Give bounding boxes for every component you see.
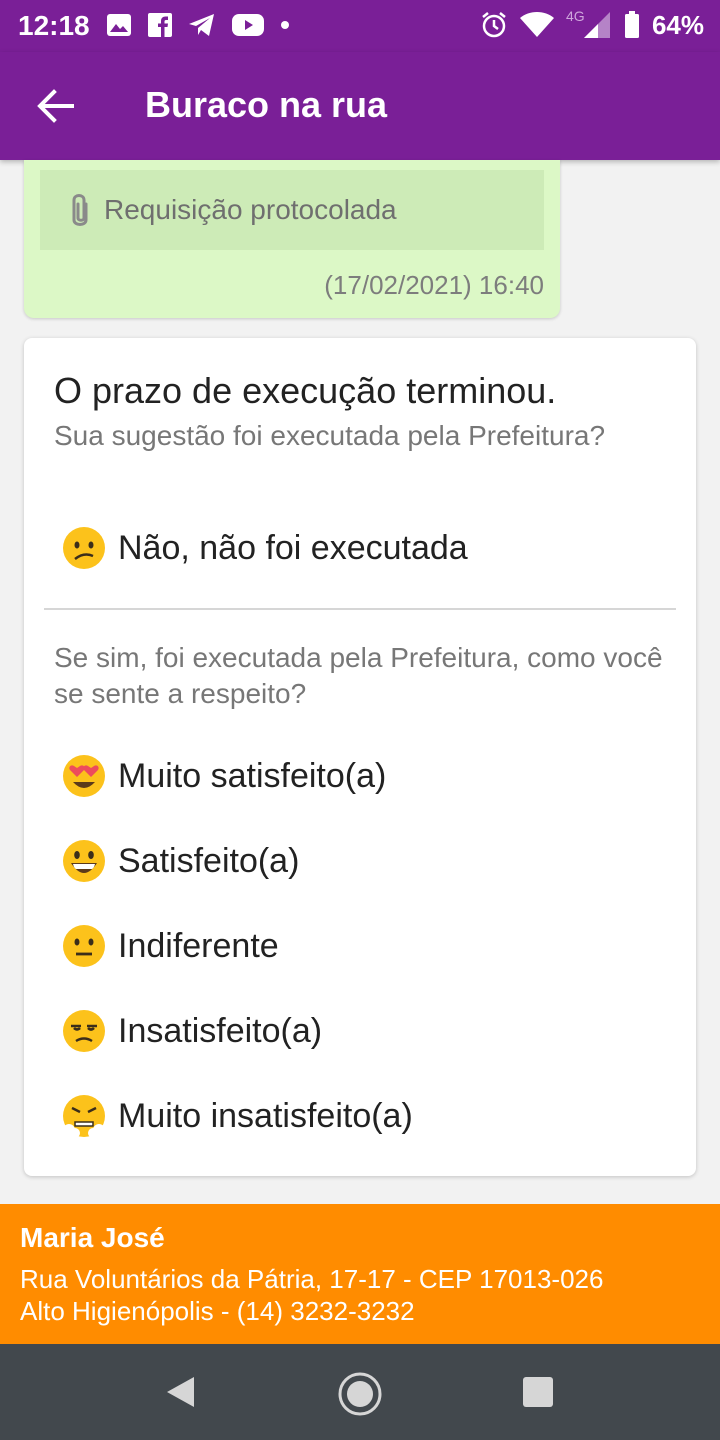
option-label: Satisfeito(a): [118, 841, 300, 880]
survey-title: O prazo de execução terminou.: [54, 370, 557, 411]
status-time: 12:18: [18, 10, 90, 41]
footer-address: Rua Voluntários da Pátria, 17-17 - CEP 1…: [20, 1264, 604, 1294]
message-timestamp: (17/02/2021) 16:40: [324, 270, 544, 300]
footer-district-phone: Alto Higienópolis - (14) 3232-3232: [20, 1296, 415, 1326]
confused-face-icon: [63, 527, 105, 569]
nav-recents-icon[interactable]: [522, 1376, 554, 1408]
app-bar: Buraco na rua: [0, 52, 720, 160]
nav-home-icon[interactable]: [336, 1370, 384, 1418]
footer: Maria José Rua Voluntários da Pátria, 17…: [0, 1204, 720, 1344]
notification-icons: [106, 10, 290, 40]
back-button[interactable]: [34, 84, 78, 128]
status-bar: 12:18 4G 64%: [0, 0, 720, 52]
image-icon: [107, 14, 131, 36]
option-label: Muito satisfeito(a): [118, 756, 387, 795]
page-title: Buraco na rua: [145, 84, 388, 125]
grinning-face-icon: [63, 840, 105, 882]
message-bubble: Requisição protocolada (17/02/2021) 16:4…: [24, 160, 560, 318]
attachment-label: Requisição protocolada: [104, 194, 397, 225]
system-status-icons: 4G 64%: [480, 8, 704, 40]
option-not-executed[interactable]: Não, não foi executada: [62, 518, 468, 578]
paperclip-icon: [72, 194, 88, 226]
attachment[interactable]: Requisição protocolada: [40, 170, 544, 250]
battery-percent: 64%: [651, 9, 704, 40]
facebook-icon: [148, 13, 172, 37]
neutral-face-icon: [63, 925, 105, 967]
option-indifferent[interactable]: Indiferente: [62, 916, 279, 976]
heart-eyes-face-icon: [63, 755, 105, 797]
satisfaction-question: Se sim, foi executada pela Prefeitura, c…: [54, 642, 663, 709]
unamused-face-icon: [63, 1010, 105, 1052]
option-unsatisfied[interactable]: Insatisfeito(a): [62, 1001, 322, 1061]
survey-card: O prazo de execução terminou. Sua sugest…: [24, 338, 696, 1176]
option-label: Não, não foi executada: [118, 528, 468, 567]
option-label: Muito insatisfeito(a): [118, 1096, 413, 1135]
signal-icon: 4G: [566, 8, 612, 40]
wifi-icon: [519, 12, 554, 37]
nav-back-icon[interactable]: [164, 1375, 198, 1409]
option-very-unsatisfied[interactable]: Muito insatisfeito(a): [62, 1086, 413, 1146]
option-label: Insatisfeito(a): [118, 1011, 323, 1050]
divider: [44, 608, 676, 610]
option-label: Indiferente: [118, 926, 279, 965]
alarm-icon: [482, 12, 506, 38]
system-nav-bar: [0, 1344, 720, 1440]
dot-icon: [281, 21, 289, 29]
battery-icon: [624, 11, 639, 38]
option-very-satisfied[interactable]: Muito satisfeito(a): [62, 746, 386, 806]
survey-question: Sua sugestão foi executada pela Prefeitu…: [54, 420, 606, 451]
option-satisfied[interactable]: Satisfeito(a): [62, 831, 299, 891]
footer-name: Maria José: [20, 1222, 165, 1253]
youtube-icon: [232, 14, 264, 36]
telegram-icon: [189, 14, 214, 36]
arrow-back-icon: [37, 89, 74, 123]
steam-face-icon: [63, 1095, 105, 1138]
